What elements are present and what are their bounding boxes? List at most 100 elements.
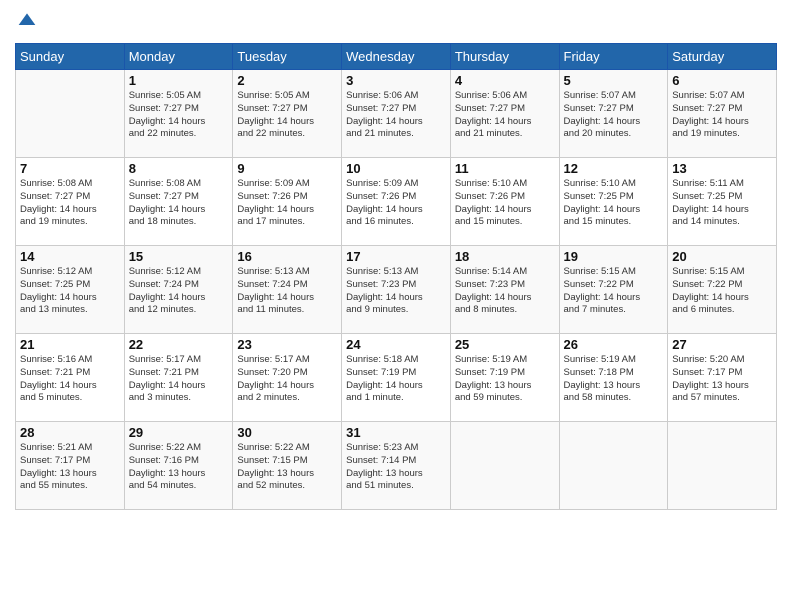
day-number: 4 [455, 73, 555, 88]
calendar-cell: 21 Sunrise: 5:16 AM Sunset: 7:21 PM Dayli… [16, 334, 125, 422]
calendar-cell: 23 Sunrise: 5:17 AM Sunset: 7:20 PM Dayli… [233, 334, 342, 422]
day-number: 18 [455, 249, 555, 264]
calendar-cell: 9 Sunrise: 5:09 AM Sunset: 7:26 PM Daylig… [233, 158, 342, 246]
day-info: Sunrise: 5:16 AM Sunset: 7:21 PM Dayligh… [20, 354, 120, 405]
day-number: 8 [129, 161, 229, 176]
day-info: Sunrise: 5:10 AM Sunset: 7:25 PM Dayligh… [564, 178, 664, 229]
day-info: Sunrise: 5:12 AM Sunset: 7:24 PM Dayligh… [129, 266, 229, 317]
weekday-header-row: SundayMondayTuesdayWednesdayThursdayFrid… [16, 44, 777, 70]
calendar-cell [668, 422, 777, 510]
day-number: 14 [20, 249, 120, 264]
day-number: 19 [564, 249, 664, 264]
day-number: 27 [672, 337, 772, 352]
day-number: 13 [672, 161, 772, 176]
logo-text [15, 10, 37, 35]
weekday-header-monday: Monday [124, 44, 233, 70]
calendar-cell: 30 Sunrise: 5:22 AM Sunset: 7:15 PM Dayli… [233, 422, 342, 510]
day-info: Sunrise: 5:20 AM Sunset: 7:17 PM Dayligh… [672, 354, 772, 405]
calendar-cell: 1 Sunrise: 5:05 AM Sunset: 7:27 PM Daylig… [124, 70, 233, 158]
calendar-cell: 25Sunrise: 5:19 AM Sunset: 7:19 PM Dayli… [450, 334, 559, 422]
calendar-cell: 3 Sunrise: 5:06 AM Sunset: 7:27 PM Daylig… [342, 70, 451, 158]
day-info: Sunrise: 5:07 AM Sunset: 7:27 PM Dayligh… [564, 90, 664, 141]
calendar-cell: 22 Sunrise: 5:17 AM Sunset: 7:21 PM Dayli… [124, 334, 233, 422]
week-row-4: 21 Sunrise: 5:16 AM Sunset: 7:21 PM Dayli… [16, 334, 777, 422]
day-number: 1 [129, 73, 229, 88]
calendar-cell: 5 Sunrise: 5:07 AM Sunset: 7:27 PM Daylig… [559, 70, 668, 158]
day-info: Sunrise: 5:05 AM Sunset: 7:27 PM Dayligh… [237, 90, 337, 141]
day-number: 15 [129, 249, 229, 264]
calendar-cell: 15 Sunrise: 5:12 AM Sunset: 7:24 PM Dayli… [124, 246, 233, 334]
day-info: Sunrise: 5:05 AM Sunset: 7:27 PM Dayligh… [129, 90, 229, 141]
day-info: Sunrise: 5:13 AM Sunset: 7:23 PM Dayligh… [346, 266, 446, 317]
calendar-cell: 26Sunrise: 5:19 AM Sunset: 7:18 PM Dayli… [559, 334, 668, 422]
calendar-cell: 8Sunrise: 5:08 AM Sunset: 7:27 PM Daylig… [124, 158, 233, 246]
week-row-1: 1 Sunrise: 5:05 AM Sunset: 7:27 PM Daylig… [16, 70, 777, 158]
weekday-header-tuesday: Tuesday [233, 44, 342, 70]
day-info: Sunrise: 5:09 AM Sunset: 7:26 PM Dayligh… [237, 178, 337, 229]
calendar-cell [16, 70, 125, 158]
calendar-cell: 28 Sunrise: 5:21 AM Sunset: 7:17 PM Dayli… [16, 422, 125, 510]
day-info: Sunrise: 5:12 AM Sunset: 7:25 PM Dayligh… [20, 266, 120, 317]
day-info: Sunrise: 5:22 AM Sunset: 7:15 PM Dayligh… [237, 442, 337, 493]
calendar-cell: 16 Sunrise: 5:13 AM Sunset: 7:24 PM Dayli… [233, 246, 342, 334]
day-info: Sunrise: 5:23 AM Sunset: 7:14 PM Dayligh… [346, 442, 446, 493]
day-info: Sunrise: 5:21 AM Sunset: 7:17 PM Dayligh… [20, 442, 120, 493]
day-number: 30 [237, 425, 337, 440]
day-number: 7 [20, 161, 120, 176]
calendar-table: SundayMondayTuesdayWednesdayThursdayFrid… [15, 43, 777, 510]
calendar-cell [559, 422, 668, 510]
day-info: Sunrise: 5:10 AM Sunset: 7:26 PM Dayligh… [455, 178, 555, 229]
calendar-cell: 13 Sunrise: 5:11 AM Sunset: 7:25 PM Dayli… [668, 158, 777, 246]
calendar-cell: 27 Sunrise: 5:20 AM Sunset: 7:17 PM Dayli… [668, 334, 777, 422]
day-number: 29 [129, 425, 229, 440]
day-info: Sunrise: 5:06 AM Sunset: 7:27 PM Dayligh… [455, 90, 555, 141]
day-number: 9 [237, 161, 337, 176]
day-info: Sunrise: 5:09 AM Sunset: 7:26 PM Dayligh… [346, 178, 446, 229]
day-info: Sunrise: 5:06 AM Sunset: 7:27 PM Dayligh… [346, 90, 446, 141]
header [15, 10, 777, 35]
day-info: Sunrise: 5:13 AM Sunset: 7:24 PM Dayligh… [237, 266, 337, 317]
day-number: 28 [20, 425, 120, 440]
weekday-header-thursday: Thursday [450, 44, 559, 70]
calendar-cell: 7 Sunrise: 5:08 AM Sunset: 7:27 PM Daylig… [16, 158, 125, 246]
calendar-cell: 24 Sunrise: 5:18 AM Sunset: 7:19 PM Dayli… [342, 334, 451, 422]
day-number: 20 [672, 249, 772, 264]
calendar-cell: 18Sunrise: 5:14 AM Sunset: 7:23 PM Dayli… [450, 246, 559, 334]
calendar-cell: 2Sunrise: 5:05 AM Sunset: 7:27 PM Daylig… [233, 70, 342, 158]
calendar-cell: 29Sunrise: 5:22 AM Sunset: 7:16 PM Dayli… [124, 422, 233, 510]
day-number: 11 [455, 161, 555, 176]
page-container: SundayMondayTuesdayWednesdayThursdayFrid… [0, 0, 792, 520]
day-number: 23 [237, 337, 337, 352]
calendar-cell: 31 Sunrise: 5:23 AM Sunset: 7:14 PM Dayli… [342, 422, 451, 510]
day-info: Sunrise: 5:08 AM Sunset: 7:27 PM Dayligh… [20, 178, 120, 229]
day-number: 24 [346, 337, 446, 352]
calendar-cell [450, 422, 559, 510]
logo-icon [17, 10, 37, 30]
calendar-cell: 11 Sunrise: 5:10 AM Sunset: 7:26 PM Dayli… [450, 158, 559, 246]
day-number: 6 [672, 73, 772, 88]
day-info: Sunrise: 5:07 AM Sunset: 7:27 PM Dayligh… [672, 90, 772, 141]
calendar-cell: 10Sunrise: 5:09 AM Sunset: 7:26 PM Dayli… [342, 158, 451, 246]
calendar-cell: 19Sunrise: 5:15 AM Sunset: 7:22 PM Dayli… [559, 246, 668, 334]
day-info: Sunrise: 5:18 AM Sunset: 7:19 PM Dayligh… [346, 354, 446, 405]
calendar-cell: 12 Sunrise: 5:10 AM Sunset: 7:25 PM Dayli… [559, 158, 668, 246]
day-number: 3 [346, 73, 446, 88]
calendar-cell: 4 Sunrise: 5:06 AM Sunset: 7:27 PM Daylig… [450, 70, 559, 158]
day-number: 16 [237, 249, 337, 264]
day-info: Sunrise: 5:19 AM Sunset: 7:19 PM Dayligh… [455, 354, 555, 405]
weekday-header-wednesday: Wednesday [342, 44, 451, 70]
day-number: 21 [20, 337, 120, 352]
day-number: 22 [129, 337, 229, 352]
day-info: Sunrise: 5:17 AM Sunset: 7:21 PM Dayligh… [129, 354, 229, 405]
day-number: 5 [564, 73, 664, 88]
weekday-header-sunday: Sunday [16, 44, 125, 70]
calendar-cell: 20Sunrise: 5:15 AM Sunset: 7:22 PM Dayli… [668, 246, 777, 334]
weekday-header-saturday: Saturday [668, 44, 777, 70]
calendar-cell: 14 Sunrise: 5:12 AM Sunset: 7:25 PM Dayli… [16, 246, 125, 334]
day-info: Sunrise: 5:11 AM Sunset: 7:25 PM Dayligh… [672, 178, 772, 229]
day-info: Sunrise: 5:17 AM Sunset: 7:20 PM Dayligh… [237, 354, 337, 405]
day-number: 31 [346, 425, 446, 440]
day-number: 12 [564, 161, 664, 176]
logo [15, 10, 37, 35]
calendar-cell: 6 Sunrise: 5:07 AM Sunset: 7:27 PM Daylig… [668, 70, 777, 158]
